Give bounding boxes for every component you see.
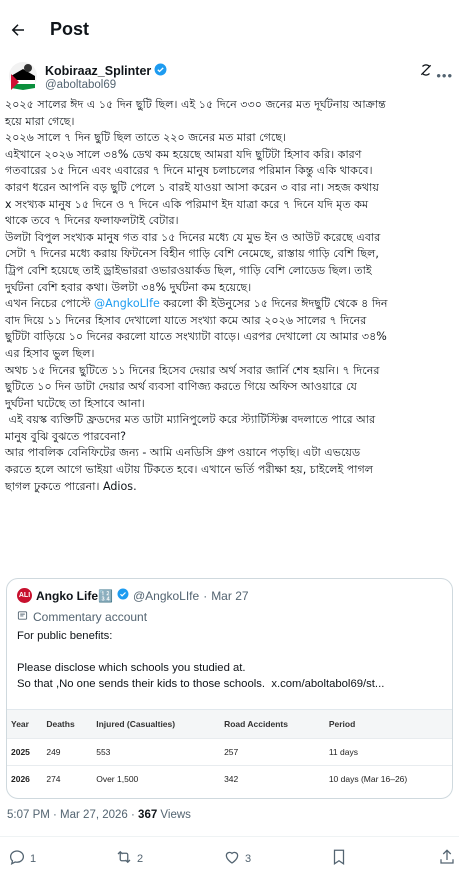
table-cell: 274 <box>42 764 93 792</box>
heart-icon <box>223 848 241 869</box>
table-header-row: Year Deaths Injured (Casualties) Road Ac… <box>7 710 452 738</box>
reply-button[interactable]: 1 <box>8 848 36 869</box>
post-body: ২০২৫ সালের ঈদ এ ১৫ দিন ছুটি ছিল। এই ১৫ দ… <box>5 97 457 495</box>
mention-link[interactable]: @AngkoLIfe <box>94 297 160 310</box>
table-cell: 553 <box>92 737 221 765</box>
repost-icon <box>115 848 133 869</box>
commentary-icon <box>17 610 28 624</box>
like-count: 3 <box>245 852 252 865</box>
page-title: Post <box>50 19 90 39</box>
avatar[interactable] <box>8 60 38 92</box>
statistics-table: Year Deaths Injured (Casualties) Road Ac… <box>7 709 452 798</box>
post-author: Kobiraaz_Splinter @aboltabol69 ••• <box>8 60 453 100</box>
author-name[interactable]: Kobiraaz_Splinter <box>45 63 167 79</box>
table-cell: 249 <box>42 737 93 765</box>
table-cell: 2026 <box>7 764 43 792</box>
action-bar: 1 2 3 <box>0 848 459 872</box>
like-button[interactable]: 3 <box>223 848 251 869</box>
table-cell: 11 days <box>324 737 452 765</box>
repost-button[interactable]: 2 <box>115 848 143 869</box>
grok-icon[interactable] <box>419 63 433 77</box>
share-icon <box>438 848 456 869</box>
author-handle[interactable]: @aboltabol69 <box>45 79 116 91</box>
bookmark-button[interactable] <box>330 848 348 869</box>
table-header-cell: Year <box>7 710 43 738</box>
table-header-cell: Period <box>324 710 452 738</box>
quote-text: For public benefits: Please disclose whi… <box>17 630 385 690</box>
table-cell: 10 days (Mar 16–26) <box>324 764 452 792</box>
more-options-icon[interactable]: ••• <box>436 68 453 83</box>
table-cell: Over 1,500 <box>92 764 221 792</box>
table-cell: 257 <box>220 737 325 765</box>
quoted-post[interactable]: ALI Angko Life🔢 @AngkoLIfe · Mar 27 Comm… <box>6 578 453 799</box>
separator-dot: · <box>203 588 208 603</box>
quote-header: ALI Angko Life🔢 @AngkoLIfe · Mar 27 <box>17 588 249 603</box>
divider <box>0 836 459 837</box>
commentary-label: Commentary account <box>17 610 147 624</box>
views-label: Views <box>157 809 191 821</box>
verified-badge-icon <box>154 63 167 79</box>
quote-author-handle: @AngkoLIfe <box>132 588 200 603</box>
view-count: 367 <box>138 809 158 821</box>
table-header-cell: Injured (Casualties) <box>92 710 221 738</box>
table-cell: 342 <box>220 764 325 792</box>
quote-avatar: ALI <box>17 588 32 603</box>
back-arrow-icon[interactable] <box>8 20 28 40</box>
table-row: 2025 249 553 257 11 days <box>7 737 452 765</box>
table-header-cell: Deaths <box>42 710 93 738</box>
top-bar: Post <box>0 0 459 56</box>
post-meta: 5:07 PM · Mar 27, 2026 · 367 Views <box>7 809 191 821</box>
share-button[interactable] <box>438 848 456 869</box>
quote-date: Mar 27 <box>211 588 249 603</box>
post-text-2: করলো কী ইউনুসের ১৫ দিনের ঈদছুটি থেকে ৪ দ… <box>5 297 388 493</box>
table-row: 2026 274 Over 1,500 342 10 days (Mar 16–… <box>7 764 452 792</box>
bookmark-icon <box>330 848 348 869</box>
author-name-text[interactable]: Kobiraaz_Splinter <box>45 64 151 78</box>
repost-count: 2 <box>137 852 144 865</box>
quote-author-name: Angko Life🔢 <box>36 588 113 603</box>
post-timestamp[interactable]: 5:07 PM · Mar 27, 2026 · <box>7 809 138 821</box>
post-text-1: ২০২৫ সালের ঈদ এ ১৫ দিন ছুটি ছিল। এই ১৫ দ… <box>5 98 386 311</box>
reply-icon <box>8 848 26 869</box>
reply-count: 1 <box>30 852 37 865</box>
verified-badge-icon <box>117 588 129 603</box>
table-header-cell: Road Accidents <box>220 710 325 738</box>
commentary-text: Commentary account <box>33 610 148 624</box>
table-cell: 2025 <box>7 737 43 765</box>
